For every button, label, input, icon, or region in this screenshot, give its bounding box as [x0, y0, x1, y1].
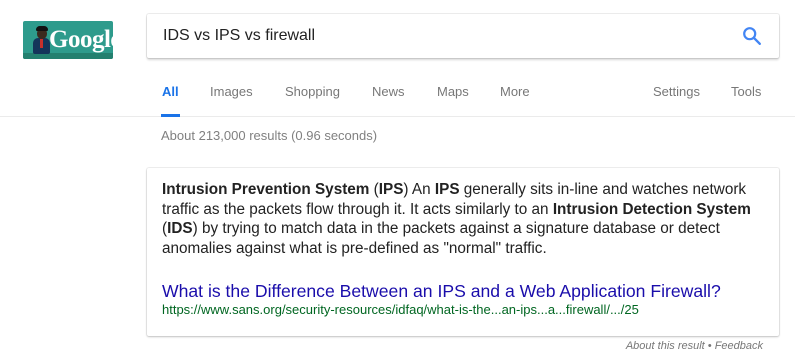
snippet-text-segment: ( [369, 181, 379, 198]
doodle-figure-tie [40, 39, 43, 48]
header: Google All Images Shopping News Maps Mor… [0, 0, 795, 117]
result-stats: About 213,000 results (0.96 seconds) [161, 128, 378, 143]
tab-tools[interactable]: Tools [731, 72, 761, 117]
snippet-bold-term: Intrusion Prevention System [162, 181, 370, 198]
snippet-bold-term: IPS [434, 181, 460, 198]
google-doodle-logo[interactable]: Google [23, 21, 113, 59]
result-url: https://www.sans.org/security-resources/… [162, 302, 639, 317]
snippet-bold-term: IPS [378, 181, 404, 198]
search-box [147, 14, 779, 58]
snippet-bold-term: Intrusion Detection System [552, 200, 751, 218]
tab-all[interactable]: All [161, 72, 180, 117]
tab-maps[interactable]: Maps [437, 72, 469, 117]
tab-settings[interactable]: Settings [653, 72, 700, 117]
footer-separator: • [704, 340, 715, 352]
search-tabs: All Images Shopping News Maps More Setti… [0, 72, 795, 117]
featured-snippet-text: Intrusion Prevention System (IPS) An IPS… [162, 180, 752, 258]
tab-more[interactable]: More [500, 72, 530, 117]
result-title-link[interactable]: What is the Difference Between an IPS an… [162, 280, 721, 302]
about-this-result-link[interactable]: About this result [626, 340, 705, 352]
feedback-link[interactable]: Feedback [715, 340, 763, 352]
featured-snippet-card: Intrusion Prevention System (IPS) An IPS… [147, 168, 779, 336]
logo-text: Google [49, 26, 113, 53]
tab-shopping[interactable]: Shopping [285, 72, 340, 117]
tab-images[interactable]: Images [210, 72, 253, 117]
snippet-text-segment: ) by trying to match data in the packets… [162, 220, 720, 257]
search-icon[interactable] [741, 25, 763, 47]
snippet-bold-term: IDS [167, 220, 193, 238]
tab-news[interactable]: News [372, 72, 405, 117]
doodle-figure-hair [36, 26, 48, 31]
snippet-footer: About this result • Feedback [626, 339, 763, 353]
search-input[interactable] [163, 14, 703, 58]
snippet-text-segment: ) An [403, 181, 435, 198]
